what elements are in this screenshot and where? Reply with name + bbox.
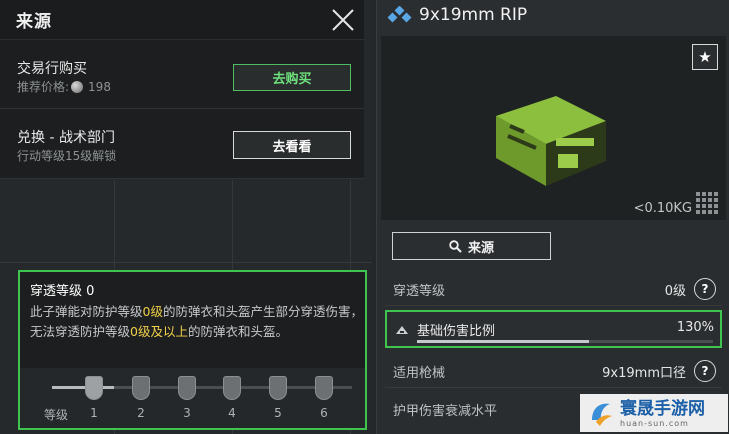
item-source-label: 来源 xyxy=(467,240,494,256)
stat-row-base-damage[interactable]: 基础伤害比例 130% xyxy=(385,310,722,348)
ammo-box-image xyxy=(496,96,606,186)
damage-bar-fill xyxy=(417,340,589,343)
source-row-market: 交易行购买 推荐价格: 198 去购买 xyxy=(0,45,364,109)
shield-icon xyxy=(269,376,287,400)
scale-level-word: 等级 xyxy=(44,408,69,422)
help-icon[interactable]: ? xyxy=(694,360,716,382)
item-weight: <0.10KG xyxy=(633,201,692,216)
close-icon[interactable] xyxy=(330,7,356,33)
scale-level-label: 3 xyxy=(183,406,191,420)
stat-label: 穿透等级 xyxy=(393,284,446,299)
scale-level-label: 4 xyxy=(228,406,236,420)
go-buy-button[interactable]: 去购买 xyxy=(233,64,351,91)
shield-icon xyxy=(85,376,103,400)
site-watermark: 寰晟手游网 huan-sun.com xyxy=(580,394,728,432)
source-panel: 来源 交易行购买 推荐价格: 198 去购买 兑换 - 战术部门 行动等级15级… xyxy=(0,0,364,179)
desc-part: 的防弹衣和头盔。 xyxy=(187,324,288,339)
market-title: 交易行购买 xyxy=(17,61,87,77)
stat-value: 130% xyxy=(676,320,714,335)
damage-icon xyxy=(396,326,408,334)
watermark-title: 寰晟手游网 xyxy=(620,398,705,419)
grid-line xyxy=(0,262,372,263)
favorite-star-button[interactable]: ★ xyxy=(692,44,718,70)
desc-part: 此子弹能对防护等级 xyxy=(30,304,143,319)
shield-icon xyxy=(315,376,333,400)
item-header: 9x19mm RIP xyxy=(377,0,729,34)
desc-highlight: 0级及以上 xyxy=(130,324,188,339)
scale-level-label: 6 xyxy=(320,406,328,420)
go-look-button[interactable]: 去看看 xyxy=(233,131,351,159)
shield-icon xyxy=(132,376,150,400)
scale-level-label: 1 xyxy=(90,406,98,420)
damage-bar xyxy=(417,340,713,343)
stat-row-penetration: 穿透等级 0级 ? xyxy=(385,272,722,306)
item-source-button[interactable]: 来源 xyxy=(392,232,551,260)
scale-level-label: 2 xyxy=(137,406,145,420)
scale-fill xyxy=(52,386,114,389)
source-header: 来源 xyxy=(0,0,364,40)
source-row-exchange: 兑换 - 战术部门 行动等级15级解锁 去看看 xyxy=(0,114,364,178)
stat-label: 适用枪械 xyxy=(393,366,446,381)
exchange-unlock: 行动等级15级解锁 xyxy=(17,149,117,163)
stat-row-weapons: 适用枪械 9x19mm口径 ? xyxy=(385,354,722,388)
penetration-description: 此子弹能对防护等级0级的防弹衣和头盔产生部分穿透伤害，无法穿透防护等级0级及以上… xyxy=(30,302,365,342)
stat-label: 护甲伤害衰减水平 xyxy=(393,404,498,419)
penetration-info-panel: 穿透等级 0 此子弹能对防护等级0级的防弹衣和头盔产生部分穿透伤害，无法穿透防护… xyxy=(18,270,367,430)
stat-value: 0级 xyxy=(664,284,686,299)
watermark-logo xyxy=(592,403,612,426)
coin-icon xyxy=(71,80,84,93)
item-detail-panel: 9x19mm RIP ★ <0.10KG 来源 穿透等级 0级 ? 基础伤害比例 xyxy=(376,0,729,434)
price-value: 198 xyxy=(88,79,111,94)
exchange-title: 兑换 - 战术部门 xyxy=(17,130,115,146)
source-title: 来源 xyxy=(16,12,52,32)
help-icon[interactable]: ? xyxy=(694,278,716,300)
search-icon xyxy=(449,239,462,253)
item-name: 9x19mm RIP xyxy=(419,5,528,25)
stat-value: 9x19mm口径 xyxy=(602,366,686,381)
shield-icon xyxy=(223,376,241,400)
item-size-grid-icon xyxy=(696,192,720,216)
stat-label: 基础伤害比例 xyxy=(417,324,496,339)
watermark-url: huan-sun.com xyxy=(620,418,689,428)
scale-level-label: 5 xyxy=(274,406,282,420)
penetration-title: 穿透等级 0 xyxy=(30,284,95,299)
item-image-area: ★ <0.10KG xyxy=(381,36,726,220)
desc-highlight: 0级 xyxy=(142,304,163,319)
penetration-scale: 等级 1 2 3 4 5 6 xyxy=(20,368,365,428)
ammo-rarity-icon xyxy=(387,6,412,23)
price-label: 推荐价格: xyxy=(17,80,70,94)
shield-icon xyxy=(178,376,196,400)
market-price: 推荐价格: 198 xyxy=(17,78,111,95)
penetration-text: 穿透等级 0 此子弹能对防护等级0级的防弹衣和头盔产生部分穿透伤害，无法穿透防护… xyxy=(20,272,365,368)
